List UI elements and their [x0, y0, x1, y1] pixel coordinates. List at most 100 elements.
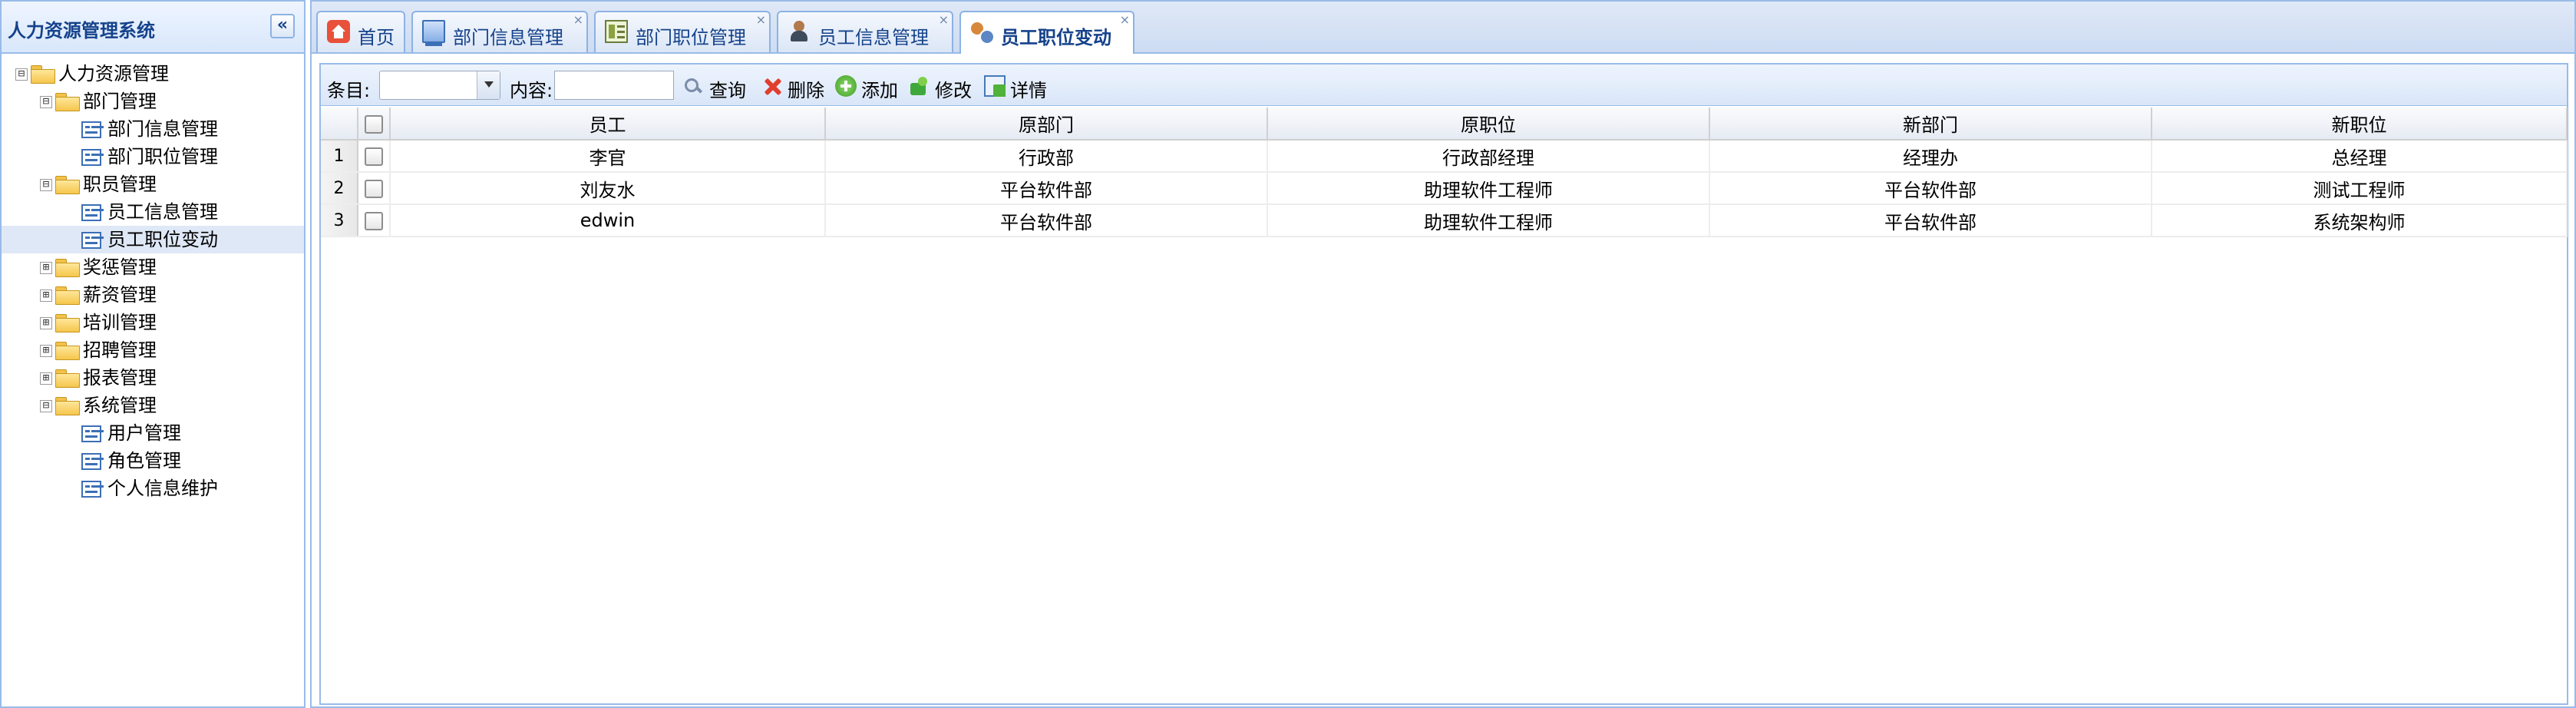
delete-icon [761, 75, 783, 97]
folder-icon [31, 65, 55, 84]
page-icon [81, 121, 101, 138]
tree-node-label: 部门职位管理 [107, 146, 218, 167]
expand-node-icon[interactable]: ⊞ [40, 289, 52, 302]
tree-node-label: 角色管理 [107, 450, 181, 471]
tab-label: 部门信息管理 [453, 27, 563, 48]
page-icon [81, 453, 101, 470]
tree-node-label: 招聘管理 [83, 339, 157, 361]
column-header-old-department[interactable]: 原部门 [825, 108, 1268, 141]
close-tab-icon[interactable]: × [756, 14, 766, 26]
tree-node[interactable]: 部门信息管理 [2, 115, 304, 143]
tree-node[interactable]: 员工职位变动 [2, 226, 304, 253]
detail-button[interactable]: 详情 [984, 71, 1055, 101]
tab[interactable]: 员工职位变动 × [959, 11, 1134, 54]
row-checkbox[interactable] [365, 212, 383, 230]
column-header-new-department[interactable]: 新部门 [1709, 108, 2152, 141]
row-number-header [321, 108, 358, 141]
tab[interactable]: 员工信息管理 × [777, 11, 953, 52]
tree-node[interactable]: 角色管理 [2, 447, 304, 475]
field-select[interactable] [379, 71, 500, 100]
tree-node[interactable]: ⊟ 系统管理 [2, 392, 304, 419]
tree-node[interactable]: 部门职位管理 [2, 143, 304, 170]
table-row[interactable]: 2 刘友水 平台软件部 助理软件工程师 平台软件部 测试工程师 [321, 172, 2568, 205]
content-input[interactable] [554, 71, 674, 100]
expand-node-icon[interactable]: ⊞ [40, 262, 52, 274]
collapse-panel-button[interactable]: « [270, 14, 295, 38]
row-checkbox-cell [358, 172, 391, 205]
add-button-label: 添加 [861, 80, 898, 101]
position-change-icon [970, 20, 995, 45]
navigation-panel-header: 人力资源管理系统 « [2, 2, 304, 54]
expand-node-icon[interactable]: ⊞ [40, 372, 52, 385]
tab[interactable]: 部门信息管理 × [411, 11, 588, 52]
row-number: 3 [321, 204, 358, 237]
tree-node-label: 薪资管理 [83, 284, 157, 306]
page-icon [81, 425, 101, 442]
expand-node-icon[interactable]: ⊞ [40, 345, 52, 357]
column-header-old-position[interactable]: 原职位 [1267, 108, 1710, 141]
tree-node[interactable]: ⊟ 部门管理 [2, 88, 304, 115]
tree-node-label: 部门信息管理 [107, 118, 218, 140]
collapse-node-icon[interactable]: ⊟ [40, 96, 52, 108]
delete-button-label: 删除 [788, 80, 824, 101]
cell-new-position: 总经理 [2152, 140, 2568, 173]
tree-node[interactable]: ⊞ 奖惩管理 [2, 253, 304, 281]
cell-old-position: 助理软件工程师 [1267, 172, 1710, 205]
collapse-node-icon[interactable]: ⊟ [40, 179, 52, 191]
search-icon [683, 75, 705, 97]
close-tab-icon[interactable]: × [1120, 14, 1130, 26]
tree-node[interactable]: ⊞ 薪资管理 [2, 281, 304, 309]
cell-old-department: 行政部 [825, 140, 1268, 173]
edit-button[interactable]: 修改 [909, 71, 979, 101]
tree-node[interactable]: ⊞ 报表管理 [2, 364, 304, 392]
column-header-employee[interactable]: 员工 [390, 108, 826, 141]
column-header-new-position[interactable]: 新职位 [2152, 108, 2568, 141]
chevron-down-icon[interactable] [477, 71, 500, 99]
folder-icon [55, 93, 80, 111]
tab-bar: 首页 部门信息管理 × 部门职位管理 × 员工信息管理 × 员工职位变动 × [312, 2, 2574, 54]
detail-icon [984, 75, 1006, 97]
tree-node-label: 员工信息管理 [107, 201, 218, 223]
tree-node-label: 员工职位变动 [107, 229, 218, 250]
tree-node-label: 系统管理 [83, 395, 157, 416]
row-number: 1 [321, 140, 358, 173]
table-row[interactable]: 1 李官 行政部 行政部经理 经理办 总经理 [321, 140, 2568, 173]
tree-node[interactable]: 员工信息管理 [2, 198, 304, 226]
position-change-panel: 条目: 内容: 查询 删除 添加 修改 详情 员工 原部门 原职位 新部门 新职… [319, 63, 2568, 705]
cell-employee: 刘友水 [390, 172, 826, 205]
content-label: 内容: [510, 80, 553, 101]
tree-node[interactable]: ⊟ 人力资源管理 [2, 60, 304, 88]
collapse-node-icon[interactable]: ⊟ [15, 68, 28, 81]
add-button[interactable]: 添加 [835, 71, 906, 101]
expand-node-icon[interactable]: ⊞ [40, 317, 52, 329]
close-tab-icon[interactable]: × [939, 14, 949, 26]
tree-node[interactable]: 个人信息维护 [2, 475, 304, 502]
tree-node-label: 人力资源管理 [58, 63, 169, 84]
page-icon [81, 204, 101, 221]
delete-button[interactable]: 删除 [761, 71, 832, 101]
tab[interactable]: 部门职位管理 × [594, 11, 771, 52]
tree-node-label: 用户管理 [107, 422, 181, 444]
select-all-checkbox-cell [358, 108, 391, 141]
tab[interactable]: 首页 [316, 11, 405, 52]
cell-old-department: 平台软件部 [825, 172, 1268, 205]
select-all-checkbox[interactable] [365, 114, 383, 134]
app-title: 人力资源管理系统 [8, 20, 155, 41]
position-change-grid: 员工 原部门 原职位 新部门 新职位 1 李官 行政部 行政部经理 经理办 总经理 2 刘友水… [321, 108, 2568, 237]
search-button-label: 查询 [709, 80, 746, 101]
table-row[interactable]: 3 edwin 平台软件部 助理软件工程师 平台软件部 系统架构师 [321, 204, 2568, 237]
tree-node[interactable]: 用户管理 [2, 419, 304, 447]
tree-node[interactable]: ⊟ 职员管理 [2, 170, 304, 198]
tree-node[interactable]: ⊞ 培训管理 [2, 309, 304, 336]
row-checkbox[interactable] [365, 180, 383, 198]
tree-node[interactable]: ⊞ 招聘管理 [2, 336, 304, 364]
page-icon [81, 149, 101, 166]
row-checkbox[interactable] [365, 147, 383, 166]
collapse-node-icon[interactable]: ⊟ [40, 400, 52, 412]
tree-node-label: 职员管理 [83, 174, 157, 195]
cell-employee: edwin [390, 204, 826, 237]
search-button[interactable]: 查询 [683, 71, 754, 101]
tab-label: 首页 [358, 27, 395, 48]
close-tab-icon[interactable]: × [573, 14, 583, 26]
field-label: 条目: [327, 80, 371, 101]
